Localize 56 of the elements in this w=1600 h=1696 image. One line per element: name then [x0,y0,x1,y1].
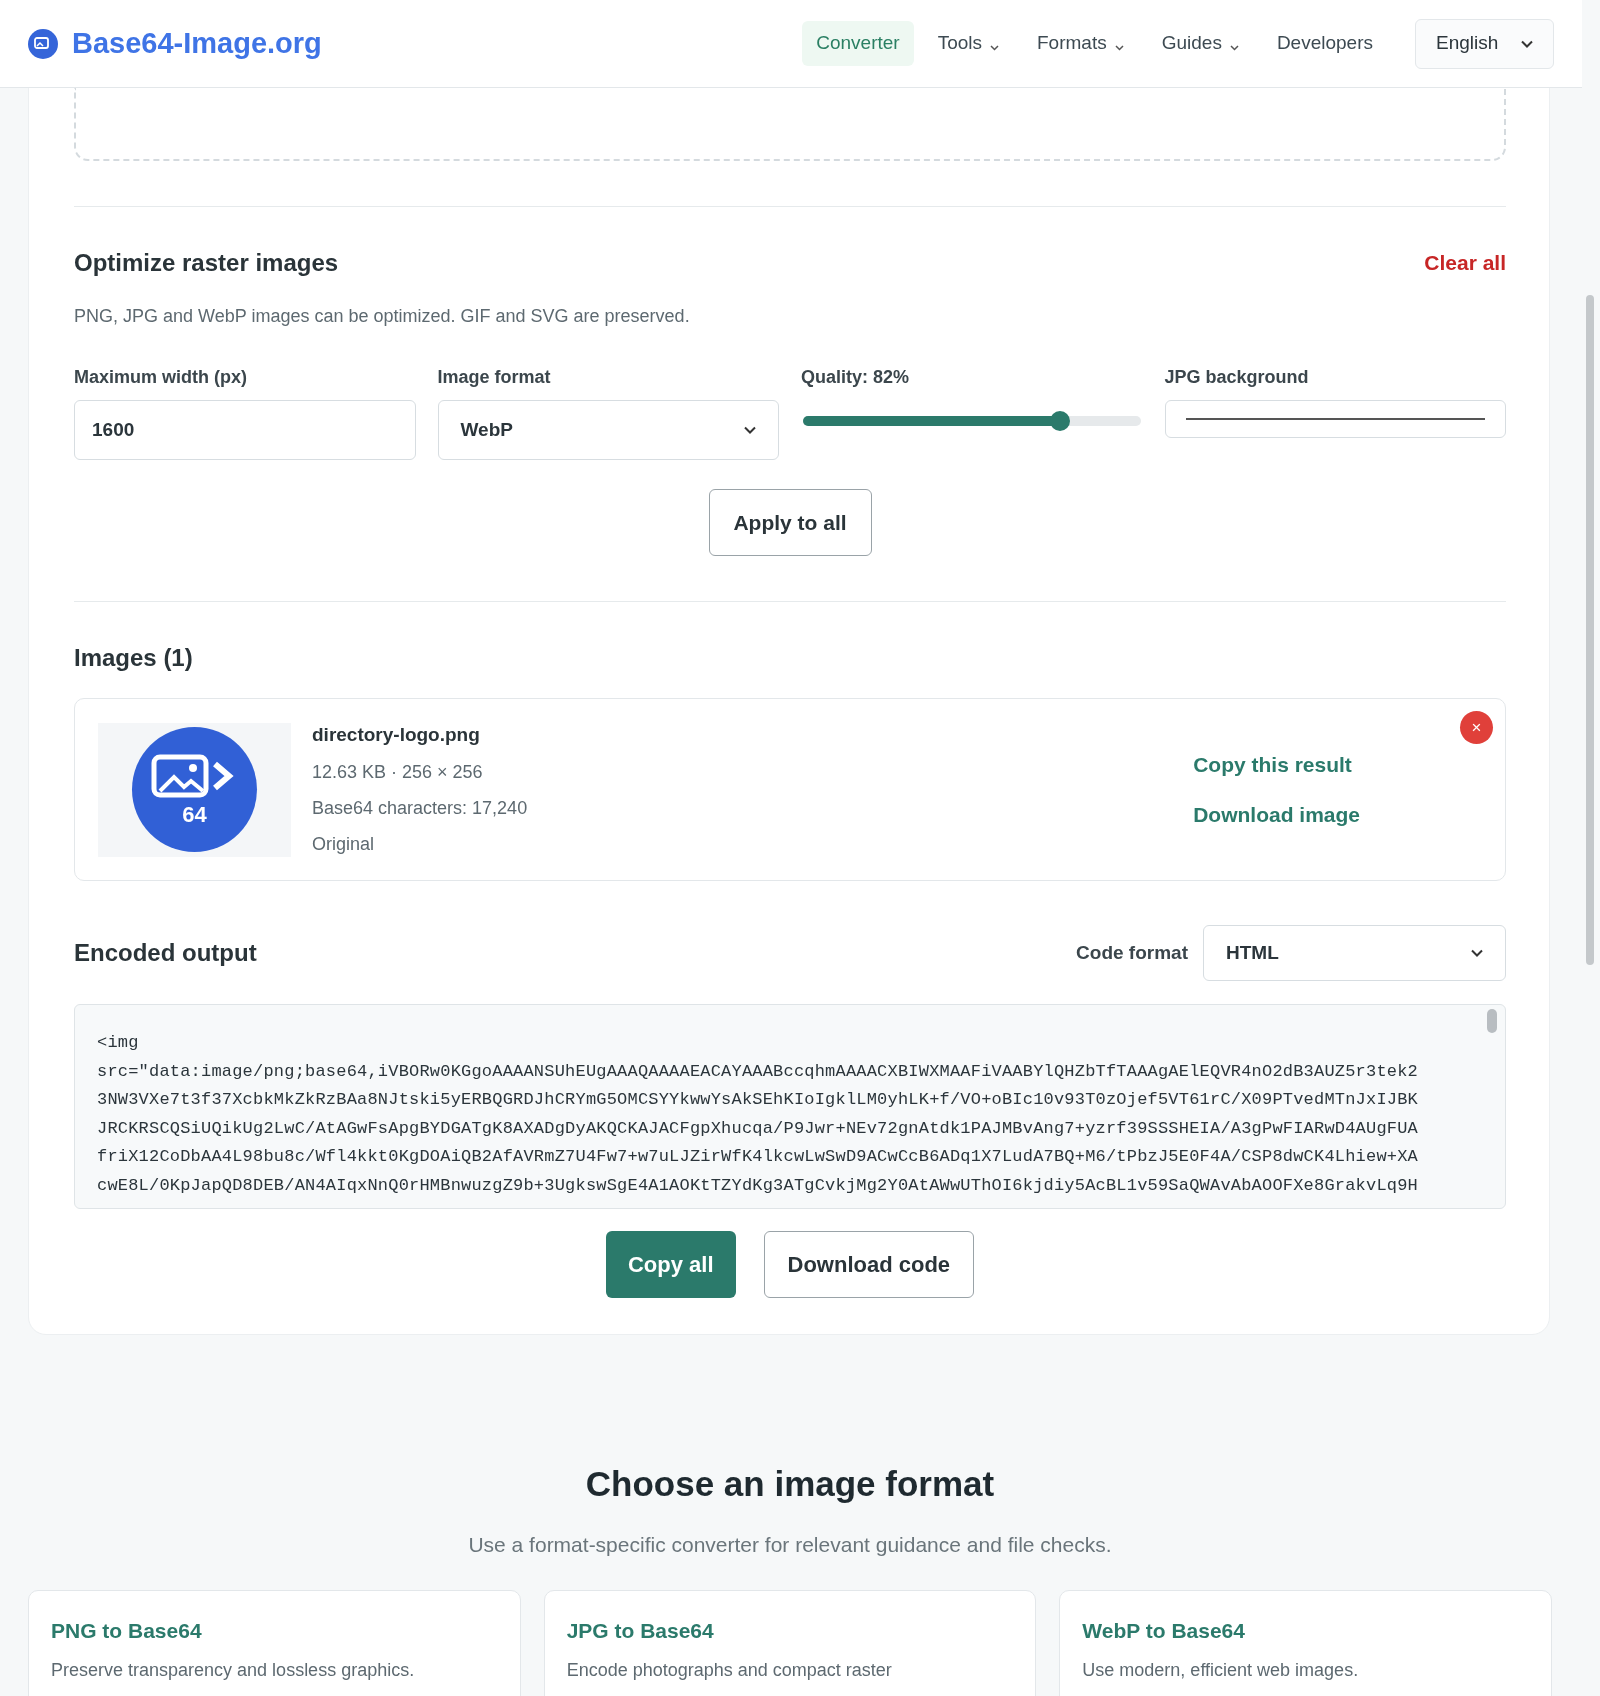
download-code-button[interactable]: Download code [763,1231,975,1298]
apply-button[interactable]: Apply to all [708,489,872,556]
action-link[interactable]: Copy this result [1193,749,1360,781]
nav-link[interactable]: Developers [1262,21,1387,66]
card-title: JPG to Base64 [566,1618,715,1644]
field-label: JPG background [1164,366,1310,389]
code-line: friX12CoDbAA4L98bu8c/Wfl4kkt0KgDOAiQB2AfAVRmZ7U4Fw7+w7uLJZirWfK4lkcwLwSwD9ACwCcB6ADq1X7LudA7BQ+M6/tPbzJ5E0F4A/CSP8dwCK4Lhiew+XA [97,1146,1419,1168]
description-text: PNG, JPG and WebP images can be optimized. GIF and SVG are preserved. [74,305,691,328]
card-title: PNG to Base64 [51,1618,203,1644]
format-select[interactable]: WebP [437,400,779,460]
width-input[interactable]: 1600 [74,400,416,460]
clear-all-link[interactable]: Clear all [1424,247,1506,279]
section-title: Encoded output [74,938,257,968]
code-line: JRCKRSCQSiUQikUg2LwC/AtAGwFsApgBYDGATgK8AXADgDyAKQCKAJACFgpXhucqa/P9Jwr+NEv72gnAtdk1PAJMBvAng7+yzrf39SSSHEIA/A3gPwFIARwD4AUgFUA [97,1117,1419,1140]
nav-link[interactable]: Tools [923,21,1013,66]
file-info: Base64 characters: 17,240 [312,796,528,820]
format-card[interactable]: JPG to Base64 Encode photographs and compact raster [543,1590,1037,1696]
color-picker[interactable] [1164,400,1506,438]
code-line: <img [97,1032,140,1054]
language-select[interactable]: English [1415,18,1554,69]
chevron-down-icon [1471,949,1483,957]
section-heading: Choose an image format [585,1463,995,1505]
card-title: WebP to Base64 [1082,1618,1246,1644]
card-text: Use modern, efficient web images. [1082,1658,1360,1682]
section-title: Images (1) [74,643,194,673]
quality-slider[interactable] [803,411,1141,431]
logo-icon [28,28,58,59]
nav-link[interactable]: Guides [1147,21,1253,66]
section-title: Optimize raster images [74,248,339,278]
format-card[interactable]: WebP to Base64 Use modern, efficient web images. [1059,1590,1552,1696]
chevron-down-icon [1521,39,1533,48]
file-info: 12.63 KB · 256 × 256 [312,760,484,784]
action-link[interactable]: Download image [1193,798,1360,830]
thumbnail-label: 64 [182,803,207,826]
scrollbar-thumb[interactable] [1586,295,1594,965]
code-output[interactable] [74,1004,1506,1209]
code-line: src="data:image/png;base64,iVBORw0KGgoAAAANSUhEUgAAAQAAAAEACAYAAABccqhmAAAACXBIWXMAAFiVAABYlQHZbTfTAAAgAElEQVR4nO2dB3AUZ5r3tek2 [97,1060,1419,1083]
field-label: Maximum width (px) [74,366,248,389]
field-label: Image format [437,366,552,389]
card-text: Encode photographs and compact raster [566,1658,893,1682]
format-card[interactable]: PNG to Base64 Preserve transparency and lossless graphics. [28,1590,521,1696]
file-name: directory-logo.png [312,723,481,748]
nav-link[interactable]: Formats [1023,21,1138,66]
field-label: Code format [1076,940,1188,965]
code-format-select[interactable]: HTML [1203,925,1506,981]
field-label: Quality: 82% [801,366,911,389]
code-line: 3NW3VXe7t3f37XcbkMkZkRzBAa8NJtski5yERBQGRDJhCRYmG5OMCSYYkwwYsAkSEhKIoIgklLM0yhLK+f/VO+oBIc10v93T0zOjef5VT61rC/X09PTvedMTnJxIJBK [97,1089,1419,1111]
card-text: Preserve transparency and lossless graphics. [51,1658,416,1682]
copy-all-button[interactable]: Copy all [605,1231,736,1298]
chevron-down-icon [744,426,756,434]
code-line: cwE8L/0KpJapQD8DEB/AN4AIqxNnQ0rHMBnwuzgZ9b+3UgkswSgE4A1AOKtTZYdKg3ATgCvkjMg2Y0AtAWwUThOI6kjdiy5AcBL1v59SaQWAvAbAOOFXe8GrakvLq9H [97,1174,1419,1197]
site-logo[interactable]: Base64-Image.org [72,21,322,66]
file-info: Original [312,832,376,856]
scrollbar-thumb[interactable] [1487,1009,1497,1033]
nav-link[interactable]: Converter [802,21,914,66]
section-subtitle: Use a format-specific converter for relevant guidance and file checks. [468,1531,1112,1558]
